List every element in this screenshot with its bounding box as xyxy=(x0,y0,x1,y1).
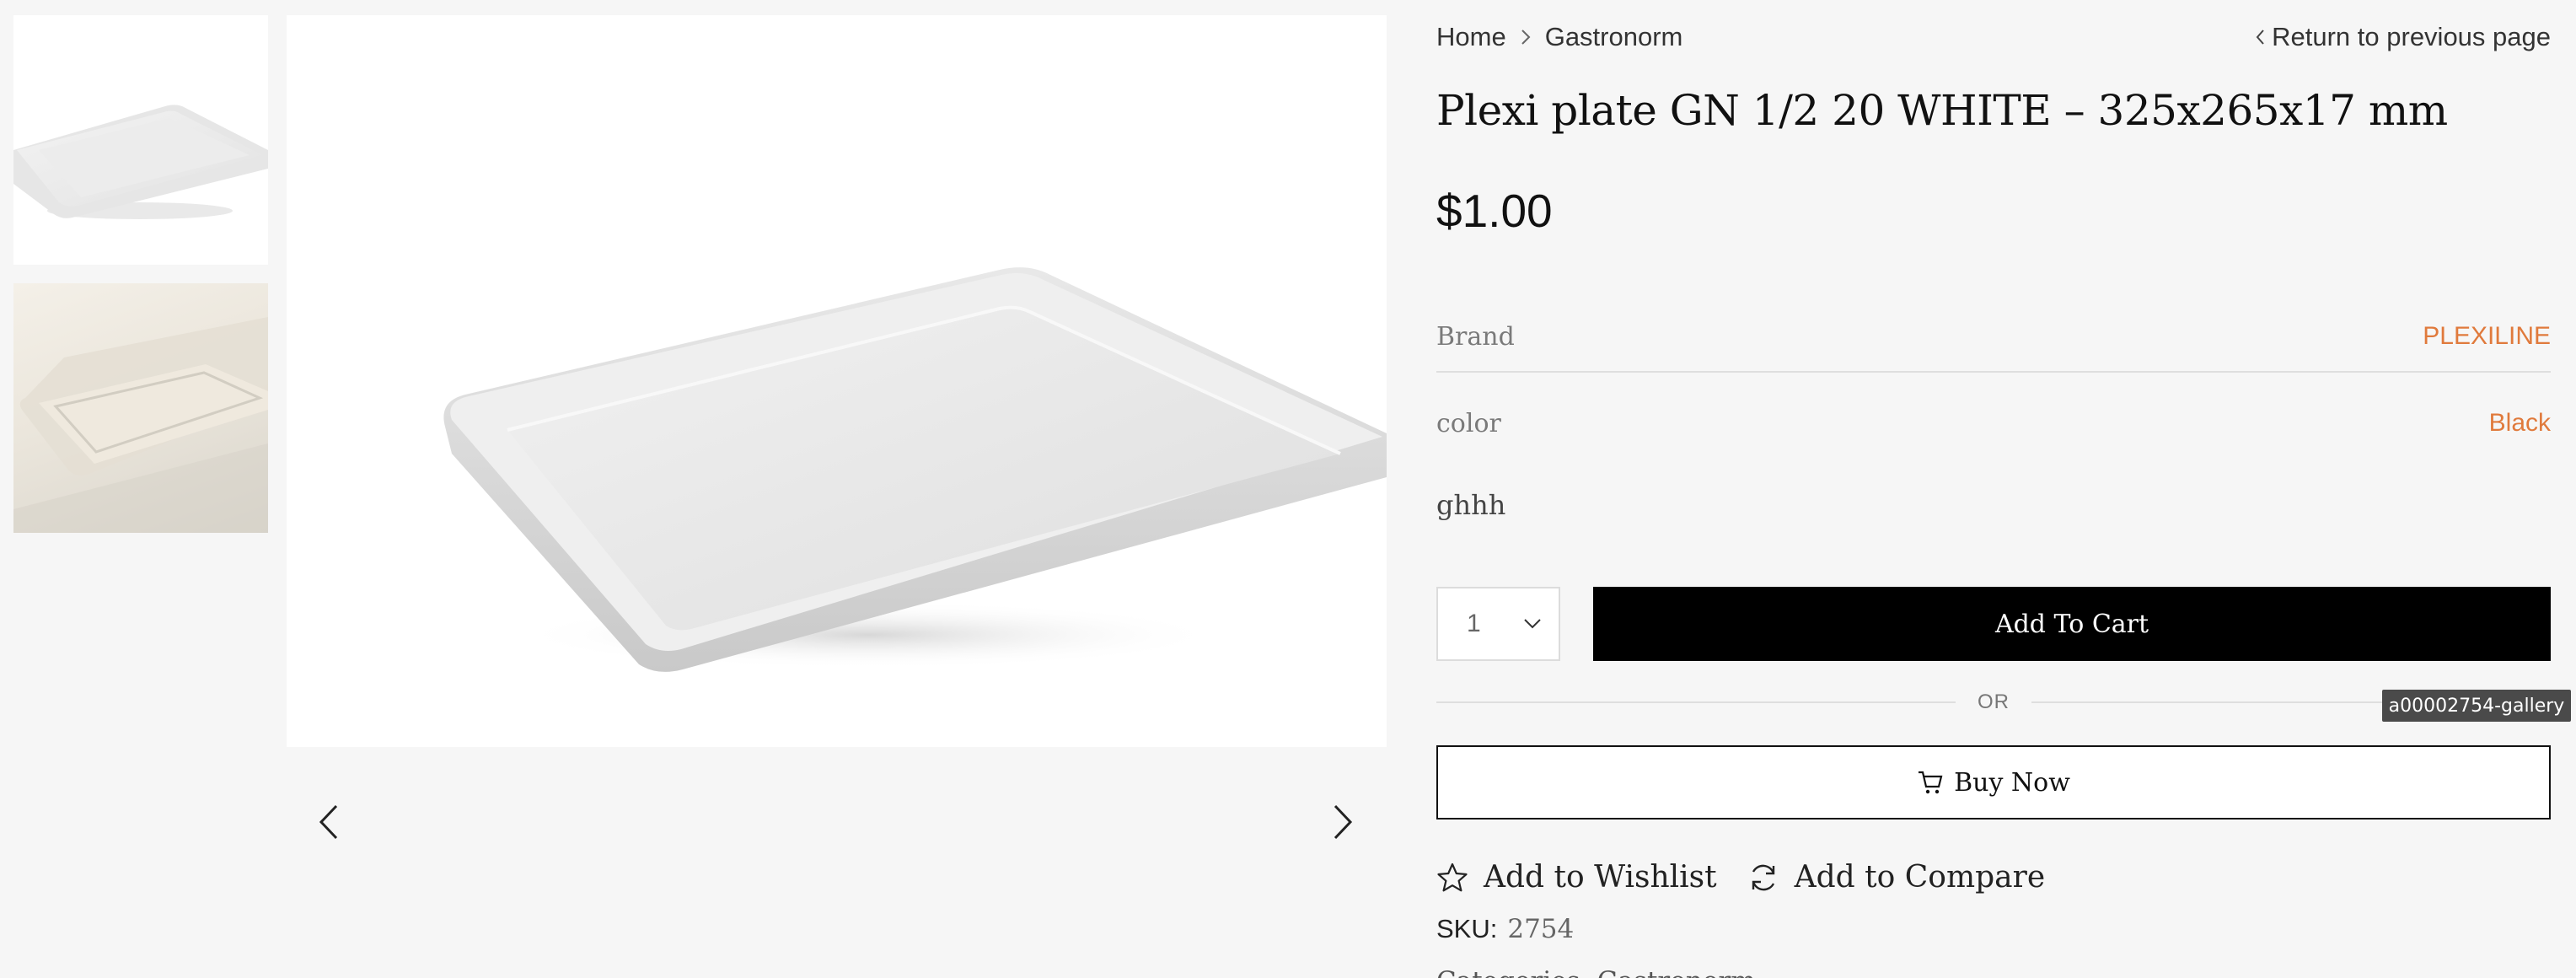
refresh-icon xyxy=(1752,864,1774,890)
gallery-next-button[interactable] xyxy=(1318,797,1368,847)
color-link[interactable]: Black xyxy=(2489,409,2551,438)
thumbnail-1[interactable] xyxy=(13,15,268,265)
divider-line xyxy=(1436,701,1956,703)
gallery-tooltip: a00002754-gallery xyxy=(2382,690,2571,722)
compare-label: Add to Compare xyxy=(1794,860,2046,895)
breadcrumb-category[interactable]: Gastronorm xyxy=(1545,22,1683,52)
thumbnail-list xyxy=(13,15,268,551)
quantity-value: 1 xyxy=(1467,610,1481,637)
breadcrumb: Home Gastronorm xyxy=(1436,22,1682,52)
or-label: OR xyxy=(1978,691,2010,713)
attribute-label: Brand xyxy=(1436,321,1515,352)
breadcrumb-home[interactable]: Home xyxy=(1436,22,1506,52)
chevron-right-icon xyxy=(1520,28,1532,46)
star-icon xyxy=(1437,862,1468,891)
attribute-label: color xyxy=(1436,408,1501,438)
buy-now-label: Buy Now xyxy=(1954,767,2070,798)
return-link-label: Return to previous page xyxy=(2272,22,2551,51)
sku-label: SKU: xyxy=(1436,914,1498,943)
attribute-color: color Black xyxy=(1436,403,2551,443)
add-to-cart-label: Add To Cart xyxy=(1994,609,2149,639)
chevron-right-icon xyxy=(1334,804,1353,840)
add-to-wishlist-button[interactable]: Add to Wishlist xyxy=(1436,860,1717,895)
product-description: ghhh xyxy=(1436,489,1506,521)
quantity-select[interactable]: 1 xyxy=(1436,587,1560,661)
sku-row: SKU: 2754 xyxy=(1436,914,1574,944)
thumbnail-2[interactable] xyxy=(13,283,268,533)
wishlist-label: Add to Wishlist xyxy=(1484,860,1717,895)
brand-link[interactable]: PLEXILINE xyxy=(2423,322,2551,351)
product-price: $1.00 xyxy=(1436,185,1553,237)
return-to-previous-link[interactable]: Return to previous page xyxy=(2255,22,2551,52)
product-title: Plexi plate GN 1/2 20 WHITE – 325x265x17… xyxy=(1436,86,2448,135)
add-to-cart-button[interactable]: Add To Cart xyxy=(1593,587,2551,661)
product-page: Home Gastronorm Return to previous page … xyxy=(0,0,2576,978)
product-actions: Add to Wishlist Add to Compare xyxy=(1436,860,2075,895)
main-product-image[interactable] xyxy=(287,15,1387,747)
chevron-left-icon xyxy=(2256,30,2264,45)
buy-now-button[interactable]: Buy Now xyxy=(1436,745,2551,819)
gallery-prev-button[interactable] xyxy=(303,797,354,847)
chevron-down-icon xyxy=(1524,619,1541,629)
sku-value: 2754 xyxy=(1507,914,1575,944)
chevron-left-icon xyxy=(319,804,338,840)
add-to-compare-button[interactable]: Add to Compare xyxy=(1747,860,2046,895)
categories-row: Categories: Gastronorm xyxy=(1436,966,1756,978)
cart-icon xyxy=(1919,771,1943,794)
attribute-brand: Brand PLEXILINE xyxy=(1436,302,2551,373)
